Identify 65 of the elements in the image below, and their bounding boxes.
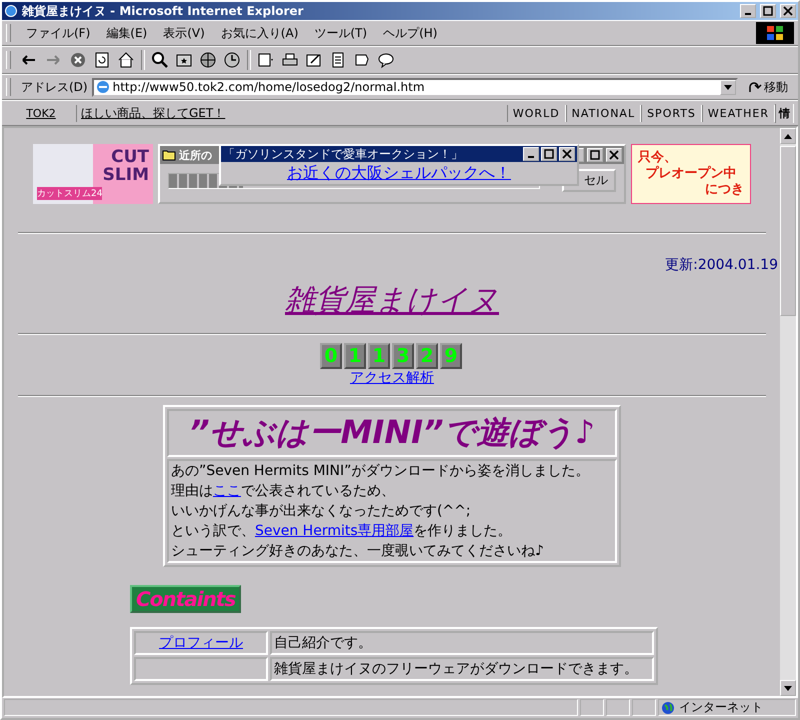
popup-title: 「ガソリンスタンドで愛車オークション！」 (223, 146, 464, 162)
address-label: アドレス(D) (21, 78, 88, 96)
close-icon (562, 149, 572, 159)
counter-digit: 0 (320, 343, 342, 369)
notice-link[interactable]: Seven Hermits専用部屋 (254, 523, 414, 539)
section-link[interactable]: NATIONAL (566, 104, 642, 122)
scroll-thumb[interactable] (780, 146, 796, 316)
globe-icon (661, 700, 675, 714)
windows-logo-icon (756, 22, 794, 44)
minimize-button[interactable] (740, 4, 756, 18)
maximize-icon (763, 6, 773, 16)
download-window-title: 近所の (179, 148, 212, 162)
counter-digit: 1 (344, 343, 366, 369)
minimize-icon (745, 13, 751, 15)
menu-item[interactable]: 編集(E) (99, 22, 154, 44)
section-link[interactable]: 情 (775, 104, 794, 122)
close-icon (783, 6, 793, 16)
menu-item[interactable]: ツール(T) (307, 22, 374, 44)
maximize-button[interactable] (587, 148, 603, 162)
maximize-icon (590, 150, 600, 160)
up-arrow-icon (784, 134, 792, 138)
diet-ad-banner[interactable]: CUT SLIM カットスリム24 (33, 144, 153, 204)
down-arrow-icon (784, 686, 792, 690)
pre-open-ad-banner[interactable]: 只今、 プレオープン中 につき (631, 144, 751, 204)
counter-digit: 9 (440, 343, 462, 369)
close-button[interactable] (780, 4, 796, 18)
minimize-button[interactable] (523, 147, 539, 161)
close-button[interactable] (606, 148, 622, 162)
menu-item[interactable]: お気に入り(A) (214, 22, 306, 44)
contents-heading-image: Containts (130, 585, 242, 613)
close-button[interactable] (559, 147, 575, 161)
scroll-up-button[interactable] (780, 128, 796, 144)
vertical-scrollbar[interactable] (780, 128, 796, 696)
counter-digit: 3 (392, 343, 414, 369)
access-analysis-link[interactable]: アクセス解析 (350, 369, 434, 387)
menu-item[interactable]: ヘルプ(H) (376, 22, 444, 44)
maximize-icon (544, 149, 554, 159)
go-button[interactable]: 移動 (742, 78, 794, 96)
update-date: 更新:2004.01.19 (665, 256, 778, 274)
table-cell: 雑貨屋まけイヌのフリーウェアがダウンロードできます。 (270, 657, 654, 681)
security-zone-label: インターネット (679, 699, 763, 716)
menu-item[interactable]: 表示(V) (156, 22, 212, 44)
close-icon (609, 150, 619, 160)
menu-item[interactable]: ファイル(F) (19, 22, 98, 44)
link-button[interactable]: TOK2 (6, 104, 76, 122)
window-title: 雑貨屋まけイヌ - Microsoft Internet Explorer (22, 2, 304, 20)
go-arrow-icon (748, 80, 762, 94)
section-link[interactable]: WORLD (506, 104, 566, 122)
scroll-down-button[interactable] (780, 680, 796, 696)
address-field[interactable]: http://www50.tok2.com/home/losedog2/normal.htm (92, 78, 738, 96)
table-cell: 自己紹介です。 (270, 631, 654, 655)
counter-digit: 1 (368, 343, 390, 369)
minimize-icon (528, 156, 534, 158)
browser-icon (4, 4, 18, 18)
profile-link[interactable]: プロフィール (159, 635, 243, 651)
maximize-button[interactable] (541, 147, 557, 161)
section-link[interactable]: SPORTS (641, 104, 702, 122)
section-link[interactable]: WEATHER (702, 104, 775, 122)
promo-link[interactable]: ほしい商品、探してGET！ (76, 104, 226, 122)
maximize-button[interactable] (760, 4, 776, 18)
site-title: 雑貨屋まけイヌ (285, 282, 499, 320)
counter-digit: 2 (416, 343, 438, 369)
notice-link[interactable]: ここ (212, 483, 241, 499)
notice-heading: ”せぶはーMINI”で遊ぼう♪ (166, 409, 618, 457)
notice-paragraph: あの”Seven Hermits MINI”がダウンロードから姿を消しました。 理由はここ で公表されているため、 いいかげんな事が出来なくなったためです(^^; という訳で、Seven Hermits専用部屋を作りました。 シューティング好きのあなた、一度覗いてみてくださいね♪ (166, 459, 618, 563)
